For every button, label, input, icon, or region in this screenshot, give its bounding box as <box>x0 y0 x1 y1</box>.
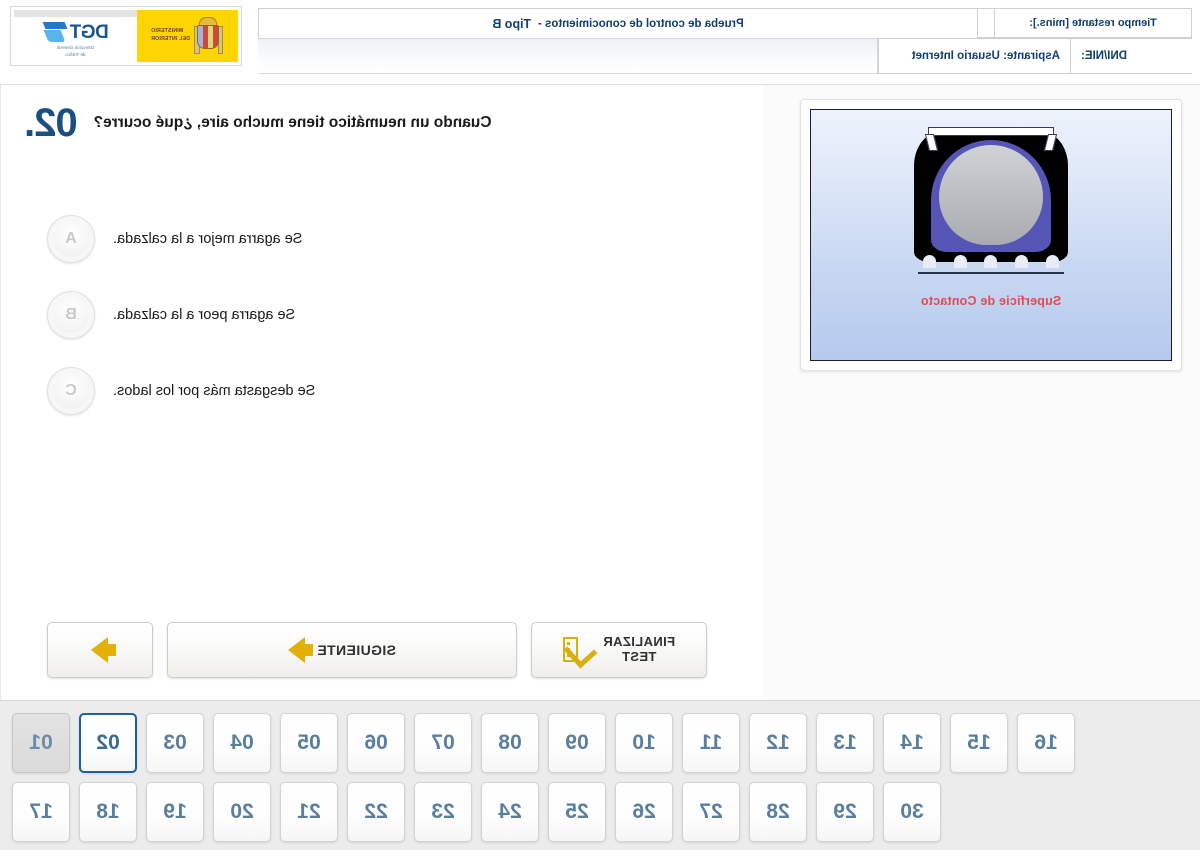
question-nav-button-11[interactable]: 11 <box>682 713 740 773</box>
exam-title-box: Prueba de control de conocimientos - Tip… <box>258 8 978 38</box>
question-nav-button-21[interactable]: 21 <box>280 782 338 842</box>
spain-coat-of-arms-icon <box>194 17 224 55</box>
dgt-subtitle-line-1: Dirección General <box>57 45 94 51</box>
question-text: Cuando un neumático tiene mucho aire, ¿q… <box>93 114 492 131</box>
question-header: Cuando un neumático tiene mucho aire, ¿q… <box>1 85 763 145</box>
checklist-check-icon <box>562 634 598 669</box>
answer-option-a[interactable]: Se agarra mejor a la calzada. A <box>47 215 707 263</box>
dgt-subtitle-line-2: de Tráfico <box>65 51 86 57</box>
question-nav-button-07[interactable]: 07 <box>414 713 472 773</box>
finalizar-line-1: FINALIZAR <box>602 634 676 650</box>
answer-list: Se agarra mejor a la calzada. A Se agarr… <box>1 215 763 415</box>
question-nav-row-2: 17 18 19 20 21 22 23 24 25 26 27 28 29 30 <box>12 782 1188 842</box>
question-nav-button-19[interactable]: 19 <box>146 782 204 842</box>
question-navigator: 01 02 03 04 05 06 07 08 09 10 11 12 13 14 15 16 17 18 19 2… <box>0 700 1200 850</box>
radio-button-a[interactable]: A <box>47 215 95 263</box>
dgt-mark: DGT <box>42 20 109 44</box>
question-nav-button-22[interactable]: 22 <box>347 782 405 842</box>
tire-cross-section-icon <box>914 127 1068 277</box>
question-nav-button-15[interactable]: 15 <box>950 713 1008 773</box>
question-nav-button-26[interactable]: 26 <box>615 782 673 842</box>
answer-option-b[interactable]: Se agarra peor a la calzada. B <box>47 291 707 339</box>
question-nav-button-25[interactable]: 25 <box>548 782 606 842</box>
siguiente-button[interactable]: SIGUIENTE <box>167 622 517 678</box>
ministry-line-1: MINISTERIO <box>150 28 184 35</box>
illustration-canvas: Superficie de Contacto <box>810 109 1172 361</box>
mirrored-screen: Tiempo restante [mins.]: Prueba de contr… <box>0 0 1200 850</box>
answer-option-c[interactable]: Se desgasta más por los lados. C <box>47 367 707 415</box>
answer-text-a: Se agarra mejor a la calzada. <box>113 231 303 247</box>
ministry-logo: MINISTERIO DEL INTERIOR <box>136 10 238 62</box>
question-nav-button-13[interactable]: 13 <box>816 713 874 773</box>
timer-label-box: Tiempo restante [mins.]: <box>994 8 1192 38</box>
illustration-frame: Superficie de Contacto <box>800 99 1182 371</box>
illustration-caption: Superficie de Contacto <box>920 294 1062 308</box>
arrow-right-icon-siguiente <box>287 637 305 663</box>
question-nav-button-24[interactable]: 24 <box>481 782 539 842</box>
dgt-ministry-logo: MINISTERIO DEL INTERIOR DGT Dirección Ge… <box>10 6 242 66</box>
ministry-text: MINISTERIO DEL INTERIOR <box>151 28 190 43</box>
question-nav-button-27[interactable]: 27 <box>682 782 740 842</box>
dgt-letters: DGT <box>70 21 109 43</box>
question-nav-button-20[interactable]: 20 <box>213 782 271 842</box>
question-action-bar: SIGUIENTE FINALIZAR TEST <box>47 622 707 678</box>
question-nav-button-16[interactable]: 16 <box>1017 713 1075 773</box>
dni-field-label: DNI/NIE: <box>1070 38 1192 74</box>
question-nav-button-14[interactable]: 14 <box>883 713 941 773</box>
exam-title: Prueba de control de conocimientos - <box>537 17 744 30</box>
question-nav-button-10[interactable]: 10 <box>615 713 673 773</box>
siguiente-label: SIGUIENTE <box>316 642 397 658</box>
question-nav-button-23[interactable]: 23 <box>414 782 472 842</box>
radio-button-c[interactable]: C <box>47 367 95 415</box>
exam-type: Tipo B <box>492 16 531 31</box>
dgt-swoosh-icon <box>42 20 68 44</box>
header-blank-area <box>258 38 878 74</box>
question-panel: Cuando un neumático tiene mucho aire, ¿q… <box>0 85 763 700</box>
question-nav-button-02[interactable]: 02 <box>79 713 137 773</box>
question-nav-button-28[interactable]: 28 <box>749 782 807 842</box>
question-nav-button-30[interactable]: 30 <box>883 782 941 842</box>
question-nav-button-05[interactable]: 05 <box>280 713 338 773</box>
question-nav-button-29[interactable]: 29 <box>816 782 874 842</box>
question-nav-button-18[interactable]: 18 <box>79 782 137 842</box>
question-nav-button-12[interactable]: 12 <box>749 713 807 773</box>
answer-text-b: Se agarra peor a la calzada. <box>113 307 296 323</box>
app-header: Tiempo restante [mins.]: Prueba de contr… <box>0 0 1200 84</box>
question-nav-button-03[interactable]: 03 <box>146 713 204 773</box>
applicant-name: Aspirante: Usuario Internet <box>878 38 1070 74</box>
next-arrow-button[interactable] <box>47 622 153 678</box>
dgt-logo: DGT Dirección General de Tráfico <box>14 10 137 62</box>
timer-label: Tiempo restante [mins.]: <box>1029 17 1157 29</box>
question-nav-button-09[interactable]: 09 <box>548 713 606 773</box>
finalizar-test-button[interactable]: FINALIZAR TEST <box>531 622 707 678</box>
arrow-right-icon <box>91 637 109 663</box>
question-nav-row-1: 01 02 03 04 05 06 07 08 09 10 11 12 13 14 15 16 <box>12 713 1188 773</box>
illustration-panel: Superficie de Contacto <box>763 85 1200 700</box>
question-nav-button-04[interactable]: 04 <box>213 713 271 773</box>
dgt-exam-app: Tiempo restante [mins.]: Prueba de contr… <box>0 0 1200 850</box>
question-nav-button-01[interactable]: 01 <box>12 713 70 773</box>
applicant-row: DNI/NIE: Aspirante: Usuario Internet <box>258 38 1192 74</box>
radio-button-b[interactable]: B <box>47 291 95 339</box>
question-nav-button-08[interactable]: 08 <box>481 713 539 773</box>
question-nav-button-17[interactable]: 17 <box>12 782 70 842</box>
question-number: 02. <box>25 101 78 145</box>
question-nav-button-06[interactable]: 06 <box>347 713 405 773</box>
ministry-line-2: DEL INTERIOR <box>150 36 190 42</box>
finalizar-label: FINALIZAR TEST <box>602 634 676 665</box>
dgt-subtitle: Dirección General de Tráfico <box>57 45 94 57</box>
exam-body: Superficie de Contacto Cuando un neumáti… <box>0 84 1200 700</box>
finalizar-line-2: TEST <box>621 649 657 664</box>
answer-text-c: Se desgasta más por los lados. <box>113 383 316 399</box>
